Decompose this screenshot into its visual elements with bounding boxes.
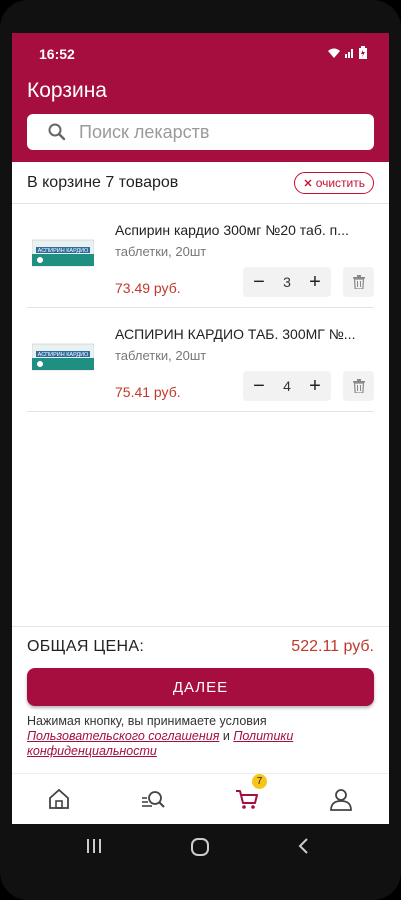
home-nav-icon[interactable] [190, 837, 210, 857]
user-agreement-link[interactable]: Пользовательского соглашения [27, 729, 219, 743]
product-image[interactable]: АСПИРИН КАРДИО [32, 238, 94, 268]
cart-count: В корзине 7 товаров [27, 174, 179, 191]
cart-badge: 7 [252, 774, 267, 789]
quantity-stepper: − 4 + [243, 371, 331, 401]
terms-prefix: Нажимая кнопку, вы принимаете условия [27, 714, 267, 728]
cart-summary: В корзине 7 товаров очистить [27, 170, 374, 196]
quantity-stepper: − 3 + [243, 267, 331, 297]
back-icon[interactable] [296, 837, 310, 855]
total-value: 522.11 руб. [291, 638, 374, 655]
terms-text: Нажимая кнопку, вы принимаете условия По… [27, 714, 374, 759]
screen: 16:52 Корзина В корзине 7 товаров очисти… [12, 33, 389, 824]
search-catalog-icon[interactable] [140, 786, 166, 812]
clear-cart-label: очистить [315, 176, 365, 190]
battery-icon [359, 46, 367, 59]
product-form: таблетки, 20шт [115, 348, 207, 363]
search-input[interactable] [79, 121, 349, 143]
bottom-tab-bar: 7 [12, 773, 389, 824]
status-icons [327, 46, 367, 59]
package-label: АСПИРИН КАРДИО [38, 248, 89, 254]
decrement-button[interactable]: − [251, 272, 267, 292]
recent-apps-icon[interactable] [86, 837, 102, 855]
trash-icon [352, 275, 365, 289]
status-time: 16:52 [39, 46, 75, 62]
total-label: ОБЩАЯ ЦЕНА: [27, 638, 145, 655]
cart-items: АСПИРИН КАРДИО Аспирин кардио 300мг №20 … [27, 204, 374, 412]
cart-item[interactable]: АСПИРИН КАРДИО АСПИРИН КАРДИО ТАБ. 300МГ… [27, 308, 374, 412]
delete-item-button[interactable] [343, 267, 374, 297]
terms-and: и [219, 729, 234, 743]
close-icon [304, 179, 312, 187]
product-image[interactable]: АСПИРИН КАРДИО [32, 342, 94, 372]
wifi-icon [328, 48, 340, 58]
phone-frame: 16:52 Корзина В корзине 7 товаров очисти… [0, 0, 401, 900]
search-bar[interactable] [27, 114, 374, 150]
page-title: Корзина [27, 79, 107, 102]
package-label: АСПИРИН КАРДИО [38, 352, 89, 358]
cart-icon[interactable] [234, 786, 260, 812]
product-form: таблетки, 20шт [115, 244, 207, 259]
clear-cart-button[interactable]: очистить [293, 172, 374, 194]
profile-icon[interactable] [328, 786, 354, 812]
home-icon[interactable] [46, 786, 72, 812]
product-name[interactable]: Аспирин кардио 300мг №20 таб. п... [115, 222, 374, 238]
delete-item-button[interactable] [343, 371, 374, 401]
decrement-button[interactable]: − [251, 376, 267, 396]
cart-item[interactable]: АСПИРИН КАРДИО Аспирин кардио 300мг №20 … [27, 204, 374, 308]
increment-button[interactable]: + [307, 376, 323, 396]
next-button[interactable]: ДАЛЕЕ [27, 668, 374, 706]
product-name[interactable]: АСПИРИН КАРДИО ТАБ. 300МГ №... [115, 326, 374, 342]
product-price: 75.41 руб. [115, 384, 181, 400]
quantity-value: 3 [283, 274, 291, 290]
quantity-value: 4 [283, 378, 291, 394]
increment-button[interactable]: + [307, 272, 323, 292]
app-bar: 16:52 Корзина [12, 33, 389, 162]
signal-icon [345, 49, 353, 58]
checkout-panel: ОБЩАЯ ЦЕНА: 522.11 руб. ДАЛЕЕ Нажимая кн… [12, 626, 389, 773]
system-nav-bar [0, 824, 401, 870]
product-price: 73.49 руб. [115, 280, 181, 296]
trash-icon [352, 379, 365, 393]
search-icon [48, 123, 66, 141]
